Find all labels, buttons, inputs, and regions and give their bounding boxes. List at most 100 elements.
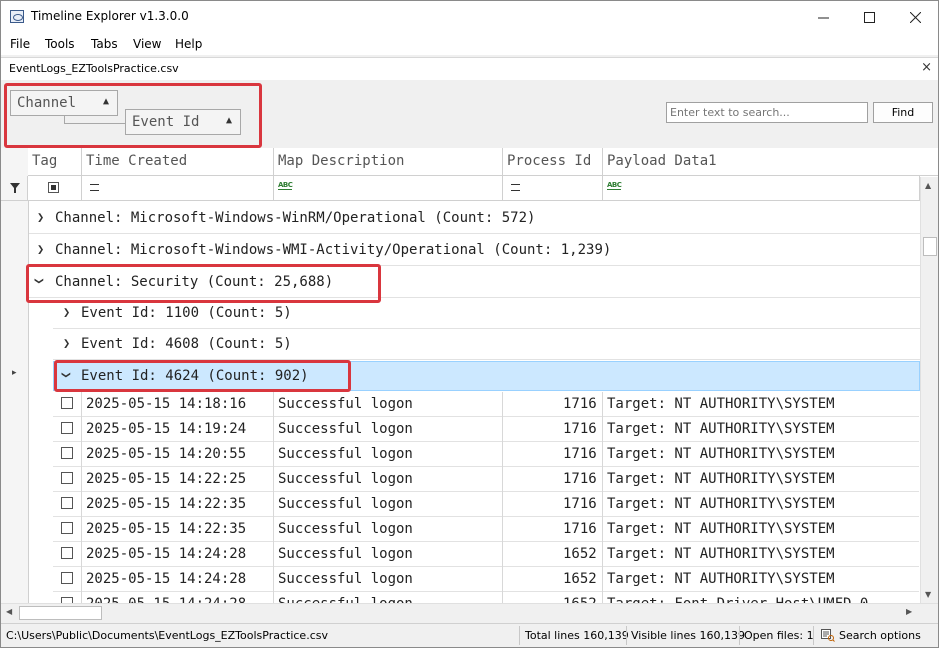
- status-bar: C:\Users\Public\Documents\EventLogs_EZTo…: [1, 623, 938, 647]
- table-row[interactable]: 2025-05-15 14:18:16 Successful logon 1716 T…: [53, 392, 919, 417]
- menu-view[interactable]: View: [133, 37, 161, 51]
- group-row-label: Channel: Microsoft-Windows-WinRM/Operati…: [55, 210, 536, 226]
- column-header-time-created[interactable]: Time Created: [82, 148, 274, 176]
- scroll-up-icon[interactable]: ▲: [925, 181, 931, 190]
- filter-cell-time-created[interactable]: [82, 176, 274, 201]
- filter-cell-map-description[interactable]: ABC: [274, 176, 503, 201]
- chevron-right-icon[interactable]: ❯: [37, 210, 44, 224]
- filter-checkbox[interactable]: [48, 182, 59, 193]
- cell-process-id: 1652: [563, 596, 597, 603]
- chevron-right-icon[interactable]: ❯: [63, 336, 70, 350]
- table-row[interactable]: 2025-05-15 14:22:35 Successful logon 1716 T…: [53, 492, 919, 517]
- cell-divider: [81, 417, 82, 442]
- column-header-label: Time Created: [86, 153, 188, 169]
- search-input[interactable]: [666, 102, 868, 123]
- cell-time-created: 2025-05-15 14:20:55: [86, 446, 247, 462]
- horizontal-scrollbar[interactable]: ◀ ▶: [1, 603, 938, 621]
- row-tag-checkbox[interactable]: [61, 497, 73, 509]
- filter-cell-payload-data1[interactable]: ABC: [603, 176, 920, 201]
- document-tab-bar: EventLogs_EZToolsPractice.csv ×: [1, 57, 938, 81]
- cell-process-id: 1716: [563, 446, 597, 462]
- menu-help[interactable]: Help: [175, 37, 202, 51]
- scroll-down-icon[interactable]: ▼: [925, 590, 931, 599]
- menu-bar: File Tools Tabs View Help: [1, 33, 938, 55]
- cell-divider: [502, 417, 503, 442]
- menu-tabs[interactable]: Tabs: [91, 37, 118, 51]
- cell-time-created: 2025-05-15 14:22:35: [86, 521, 247, 537]
- cell-divider: [81, 392, 82, 417]
- cell-payload-data1: Target: NT AUTHORITY\SYSTEM: [607, 396, 835, 412]
- cell-divider: [602, 392, 603, 417]
- find-button[interactable]: Find: [873, 102, 933, 123]
- filter-cell-tag[interactable]: [28, 176, 82, 201]
- group-row-channel-winrm[interactable]: ❯ Channel: Microsoft-Windows-WinRM/Opera…: [29, 203, 920, 234]
- menu-file[interactable]: File: [10, 37, 30, 51]
- filter-icon: [10, 183, 20, 193]
- row-tag-checkbox[interactable]: [61, 447, 73, 459]
- status-separator: [739, 626, 740, 645]
- column-header-map-description[interactable]: Map Description: [274, 148, 503, 176]
- vertical-scrollbar[interactable]: ▲ ▼: [920, 177, 938, 603]
- table-row[interactable]: 2025-05-15 14:19:24 Successful logon 1716 T…: [53, 417, 919, 442]
- contains-filter-icon: ABC: [607, 181, 622, 190]
- cell-time-created: 2025-05-15 14:18:16: [86, 396, 247, 412]
- cell-divider: [273, 592, 274, 603]
- cell-divider: [81, 567, 82, 592]
- group-row-channel-wmi[interactable]: ❯ Channel: Microsoft-Windows-WMI-Activit…: [29, 235, 920, 266]
- filter-cell-process-id[interactable]: [503, 176, 603, 201]
- status-separator: [813, 626, 814, 645]
- column-header-label: Process Id: [507, 153, 592, 169]
- table-row[interactable]: 2025-05-15 14:24:28 Successful logon 1652 T…: [53, 567, 919, 592]
- row-tag-checkbox[interactable]: [61, 397, 73, 409]
- row-tag-checkbox[interactable]: [61, 522, 73, 534]
- table-row[interactable]: 2025-05-15 14:24:28 Successful logon 1652 T…: [53, 542, 919, 567]
- chevron-right-icon[interactable]: ❯: [37, 242, 44, 256]
- vertical-scroll-thumb[interactable]: [923, 237, 937, 256]
- search-options-button[interactable]: Search options: [839, 629, 921, 642]
- horizontal-scroll-thumb[interactable]: [19, 606, 102, 620]
- scroll-right-icon[interactable]: ▶: [906, 607, 912, 616]
- menu-tools[interactable]: Tools: [45, 37, 75, 51]
- cell-divider: [502, 467, 503, 492]
- scroll-left-icon[interactable]: ◀: [6, 607, 12, 616]
- row-tag-checkbox[interactable]: [61, 572, 73, 584]
- search-options-icon[interactable]: [821, 629, 835, 642]
- cell-payload-data1: Target: NT AUTHORITY\SYSTEM: [607, 496, 835, 512]
- cell-payload-data1: Target: Font Driver Host\UMFD-0: [607, 596, 868, 603]
- table-row[interactable]: 2025-05-15 14:22:25 Successful logon 1716 T…: [53, 467, 919, 492]
- cell-divider: [502, 517, 503, 542]
- status-separator: [626, 626, 627, 645]
- current-row-indicator-icon: ▸: [12, 368, 17, 378]
- column-header-tag[interactable]: Tag: [28, 148, 82, 176]
- row-tag-checkbox[interactable]: [61, 472, 73, 484]
- column-header-payload-data1[interactable]: Payload Data1: [603, 148, 938, 176]
- table-row[interactable]: 2025-05-15 14:24:28 Successful logon 1652 T…: [53, 592, 919, 603]
- highlight-box-security-group: [26, 264, 381, 303]
- status-separator: [519, 626, 520, 645]
- cell-time-created: 2025-05-15 14:24:28: [86, 571, 247, 587]
- chevron-right-icon[interactable]: ❯: [63, 305, 70, 319]
- column-header-process-id[interactable]: Process Id: [503, 148, 603, 176]
- tab-close-icon[interactable]: ×: [921, 60, 932, 75]
- cell-map-description: Successful logon: [278, 596, 413, 603]
- cell-payload-data1: Target: NT AUTHORITY\SYSTEM: [607, 421, 835, 437]
- row-tag-checkbox[interactable]: [61, 422, 73, 434]
- close-button[interactable]: [892, 1, 938, 33]
- column-header-label: Map Description: [278, 153, 405, 169]
- column-header-label: Payload Data1: [607, 153, 717, 169]
- cell-payload-data1: Target: NT AUTHORITY\SYSTEM: [607, 571, 835, 587]
- table-row[interactable]: 2025-05-15 14:22:35 Successful logon 1716 T…: [53, 517, 919, 542]
- cell-divider: [81, 592, 82, 603]
- row-tag-checkbox[interactable]: [61, 547, 73, 559]
- cell-divider: [602, 517, 603, 542]
- app-icon: [10, 10, 24, 23]
- tab-eventlogs[interactable]: EventLogs_EZToolsPractice.csv: [9, 62, 179, 75]
- cell-divider: [81, 517, 82, 542]
- cell-payload-data1: Target: NT AUTHORITY\SYSTEM: [607, 521, 835, 537]
- cell-divider: [502, 542, 503, 567]
- table-row[interactable]: 2025-05-15 14:20:55 Successful logon 1716 T…: [53, 442, 919, 467]
- maximize-button[interactable]: [846, 1, 892, 33]
- cell-divider: [81, 442, 82, 467]
- minimize-button[interactable]: [800, 1, 846, 33]
- subgroup-row-event-4608[interactable]: ❯ Event Id: 4608 (Count: 5): [53, 329, 920, 360]
